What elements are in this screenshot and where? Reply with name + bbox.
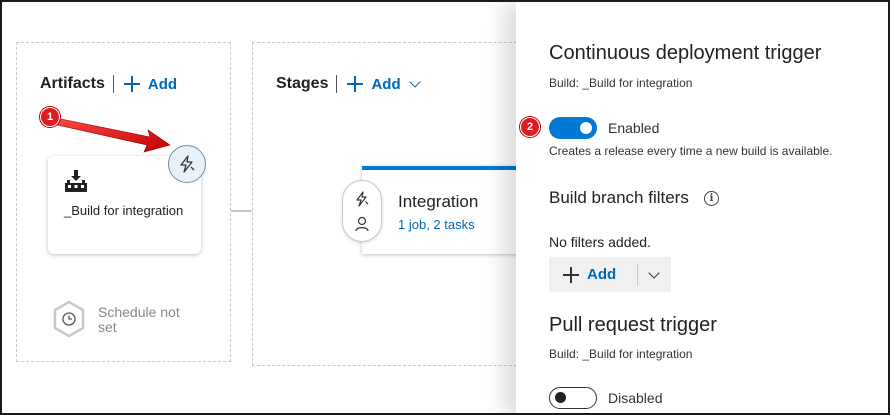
add-artifact-button[interactable]: Add	[123, 75, 178, 93]
cd-trigger-toggle-label: Enabled	[608, 120, 660, 136]
info-icon[interactable]: i	[704, 191, 719, 206]
add-stage-button[interactable]: Add	[347, 75, 421, 93]
annotation-badge-2: 2	[520, 117, 540, 137]
add-branch-filter-button[interactable]: Add	[549, 257, 671, 292]
cd-trigger-build-label: Build: _Build for integration	[549, 76, 693, 90]
add-stage-label: Add	[371, 75, 401, 93]
stage-tasks-link[interactable]: 1 job, 2 tasks	[398, 217, 475, 232]
chevron-down-icon	[648, 266, 660, 279]
pr-trigger-toggle-label: Disabled	[608, 390, 663, 406]
plus-icon	[123, 76, 140, 92]
toggle-knob	[580, 122, 592, 134]
artifact-name: _Build for integration	[64, 203, 184, 218]
lightning-icon[interactable]	[354, 191, 370, 207]
branch-filters-title: Build branch filters	[549, 188, 689, 207]
cd-trigger-button[interactable]	[168, 145, 206, 183]
cd-trigger-toggle[interactable]	[549, 117, 597, 139]
cd-trigger-description: Creates a release every time a new build…	[549, 144, 833, 158]
plus-icon	[563, 266, 579, 283]
schedule-status: Schedule not set	[98, 304, 180, 335]
plus-icon	[347, 76, 364, 92]
release-pipeline-editor: Artifacts Add _Build for integration 1 S…	[0, 0, 890, 415]
build-pipeline-icon	[65, 170, 87, 192]
toggle-knob	[555, 392, 566, 403]
add-filter-action[interactable]: Add	[549, 266, 637, 283]
stages-title: Stages	[276, 75, 329, 92]
chevron-down-icon	[408, 76, 421, 88]
stages-header: Stages Add	[276, 75, 421, 93]
schedule-button[interactable]	[52, 300, 86, 338]
header-separator	[112, 75, 114, 93]
pr-trigger-build-label: Build: _Build for integration	[549, 347, 693, 361]
cd-trigger-title: Continuous deployment trigger	[549, 42, 822, 64]
artifacts-title: Artifacts	[40, 75, 105, 92]
annotation-arrow	[52, 117, 171, 153]
lightning-icon	[180, 155, 195, 173]
stage-name[interactable]: Integration	[398, 192, 478, 212]
trigger-settings-panel: Continuous deployment trigger Build: _Bu…	[516, 2, 888, 413]
person-icon[interactable]	[354, 216, 370, 232]
stage-conditions-pill[interactable]	[342, 180, 382, 242]
branch-filters-empty: No filters added.	[549, 234, 651, 250]
annotation-badge-1: 1	[40, 107, 60, 127]
pr-trigger-title: Pull request trigger	[549, 314, 717, 336]
pr-trigger-toggle[interactable]	[549, 387, 597, 409]
add-filter-dropdown[interactable]	[638, 266, 670, 279]
add-artifact-label: Add	[147, 75, 178, 93]
artifacts-header: Artifacts Add	[40, 75, 177, 93]
header-separator	[336, 75, 338, 93]
add-filter-label: Add	[587, 266, 617, 283]
